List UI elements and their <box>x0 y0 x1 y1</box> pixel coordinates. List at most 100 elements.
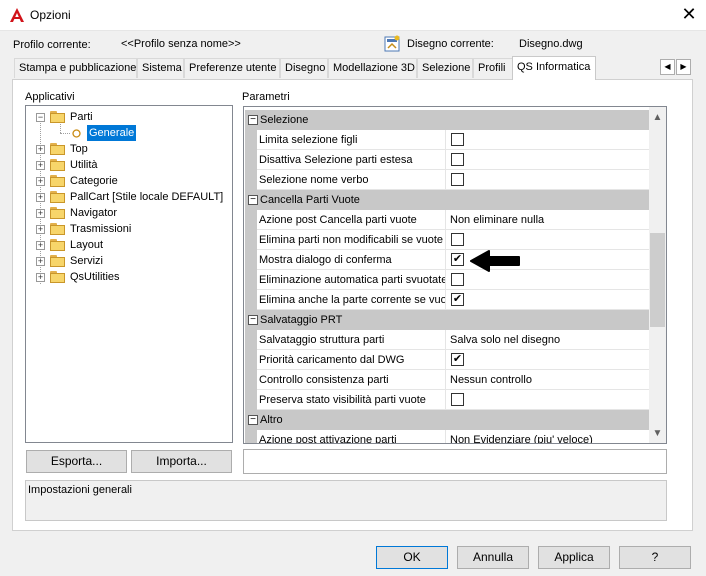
param-row[interactable]: Priorità caricamento dal DWG ✔ <box>245 350 651 370</box>
tab-disegno[interactable]: Disegno <box>280 58 328 78</box>
tab-qs-informatica[interactable]: QS Informatica <box>512 56 596 80</box>
checkbox[interactable] <box>451 153 464 166</box>
applicativi-label: Applicativi <box>25 91 75 103</box>
param-value[interactable]: Salva solo nel disegno <box>450 330 650 350</box>
section-altro[interactable]: − Altro <box>245 410 651 430</box>
param-name: Disattiva Selezione parti estesa <box>259 150 446 170</box>
tree-item-trasmissioni[interactable]: + Trasmissioni <box>26 221 226 237</box>
tree-item-top[interactable]: + Top <box>26 141 226 157</box>
help-button[interactable]: ? <box>619 546 691 569</box>
param-name: Azione post attivazione parti <box>259 430 446 443</box>
section-salvataggio-prt[interactable]: − Salvataggio PRT <box>245 310 651 330</box>
applicativi-tree[interactable]: − Parti Generale + Top + Utilità + Categ… <box>25 105 233 443</box>
tab-preferenze-utente[interactable]: Preferenze utente <box>184 58 280 78</box>
param-row[interactable]: Selezione nome verbo <box>245 170 651 190</box>
checkbox[interactable] <box>451 173 464 186</box>
param-row[interactable]: Preserva stato visibilità parti vuote <box>245 390 651 410</box>
tree-item-pallcart[interactable]: + PallCart [Stile locale DEFAULT] <box>26 189 231 205</box>
tree-item-qsutilities[interactable]: + QsUtilities <box>26 269 226 285</box>
tree-item-label: Top <box>70 143 88 155</box>
param-row[interactable]: Elimina anche la parte corrente se vuota… <box>245 290 651 310</box>
folder-icon <box>50 223 66 235</box>
profile-label: Profilo corrente: <box>13 39 91 51</box>
checkbox-checked[interactable]: ✔ <box>451 253 464 266</box>
param-row[interactable]: Azione post attivazione parti Non Eviden… <box>245 430 651 443</box>
tree-item-servizi[interactable]: + Servizi <box>26 253 226 269</box>
tab-stampa-pubblicazione[interactable]: Stampa e pubblicazione <box>14 58 137 78</box>
collapse-icon[interactable]: − <box>248 315 258 325</box>
close-button[interactable]: ✕ <box>676 3 702 27</box>
tree-item-label: Parti <box>70 111 93 123</box>
param-row[interactable]: Azione post Cancella parti vuote Non eli… <box>245 210 651 230</box>
profile-value: <<Profilo senza nome>> <box>121 38 241 50</box>
param-value[interactable]: Nessun controllo <box>450 370 650 390</box>
section-cancella-parti-vuote[interactable]: − Cancella Parti Vuote <box>245 190 651 210</box>
param-name: Mostra dialogo di conferma <box>259 250 446 270</box>
section-title: Salvataggio PRT <box>260 314 343 326</box>
tab-selezione[interactable]: Selezione <box>417 58 473 78</box>
expand-icon[interactable]: + <box>36 209 45 218</box>
section-selezione[interactable]: − Selezione <box>245 110 651 130</box>
tree-item-label: Servizi <box>70 255 104 267</box>
param-row[interactable]: Elimina parti non modificabili se vuote <box>245 230 651 250</box>
folder-icon <box>50 159 66 171</box>
drawing-label: Disegno corrente: <box>407 38 494 50</box>
tree-item-navigator[interactable]: + Navigator <box>26 205 226 221</box>
param-row[interactable]: Salvataggio struttura parti Salva solo n… <box>245 330 651 350</box>
tab-scroll-left-button[interactable]: ◀ <box>660 59 675 75</box>
checkbox[interactable] <box>451 273 464 286</box>
checkbox[interactable] <box>451 233 464 246</box>
collapse-icon[interactable]: − <box>36 113 45 122</box>
expand-icon[interactable]: + <box>36 257 45 266</box>
checkbox[interactable] <box>451 393 464 406</box>
checkbox-checked[interactable]: ✔ <box>451 293 464 306</box>
param-name: Salvataggio struttura parti <box>259 330 446 350</box>
ok-button[interactable]: OK <box>376 546 448 569</box>
param-row[interactable]: Disattiva Selezione parti estesa <box>245 150 651 170</box>
param-value[interactable]: Non Evidenziare (piu' veloce) <box>450 430 650 443</box>
tab-sistema[interactable]: Sistema <box>137 58 184 78</box>
apply-button[interactable]: Applica <box>538 546 610 569</box>
param-name: Azione post Cancella parti vuote <box>259 210 446 230</box>
expand-icon[interactable]: + <box>36 161 45 170</box>
tree-item-categorie[interactable]: + Categorie <box>26 173 226 189</box>
import-button[interactable]: Importa... <box>131 450 232 473</box>
expand-icon[interactable]: + <box>36 145 45 154</box>
checkbox[interactable] <box>451 133 464 146</box>
tree-item-utilita[interactable]: + Utilità <box>26 157 226 173</box>
expand-icon[interactable]: + <box>36 241 45 250</box>
scrollbar-thumb[interactable] <box>650 233 665 327</box>
tree-item-generale[interactable]: Generale <box>26 125 226 141</box>
parameters-grid[interactable]: − Selezione Limita selezione figli Disat… <box>243 106 667 444</box>
drawing-icon <box>384 35 400 52</box>
param-row[interactable]: Mostra dialogo di conferma ✔ <box>245 250 651 270</box>
expand-icon[interactable]: + <box>36 225 45 234</box>
checkbox-checked[interactable]: ✔ <box>451 353 464 366</box>
folder-icon <box>50 111 66 123</box>
expand-icon[interactable]: + <box>36 273 45 282</box>
export-button[interactable]: Esporta... <box>26 450 127 473</box>
param-value[interactable]: Non eliminare nulla <box>450 210 650 230</box>
param-row[interactable]: Eliminazione automatica parti svuotate <box>245 270 651 290</box>
collapse-icon[interactable]: − <box>248 115 258 125</box>
param-row[interactable]: Limita selezione figli <box>245 130 651 150</box>
item-circle-icon <box>72 129 81 138</box>
expand-icon[interactable]: + <box>36 193 45 202</box>
cancel-button[interactable]: Annulla <box>457 546 529 569</box>
collapse-icon[interactable]: − <box>248 195 258 205</box>
param-name: Eliminazione automatica parti svuotate <box>259 270 446 290</box>
tab-modellazione-3d[interactable]: Modellazione 3D <box>328 58 417 78</box>
tree-item-layout[interactable]: + Layout <box>26 237 226 253</box>
folder-icon <box>50 271 66 283</box>
section-title: Cancella Parti Vuote <box>260 194 360 206</box>
tree-item-parti[interactable]: − Parti <box>26 109 226 125</box>
scroll-up-icon[interactable]: ▲ <box>649 109 666 126</box>
collapse-icon[interactable]: − <box>248 415 258 425</box>
param-name: Priorità caricamento dal DWG <box>259 350 446 370</box>
param-row[interactable]: Controllo consistenza parti Nessun contr… <box>245 370 651 390</box>
expand-icon[interactable]: + <box>36 177 45 186</box>
tab-scroll-right-button[interactable]: ▶ <box>676 59 691 75</box>
scroll-down-icon[interactable]: ▼ <box>649 425 666 442</box>
tab-profili[interactable]: Profili <box>473 58 513 78</box>
section-title: Altro <box>260 414 283 426</box>
